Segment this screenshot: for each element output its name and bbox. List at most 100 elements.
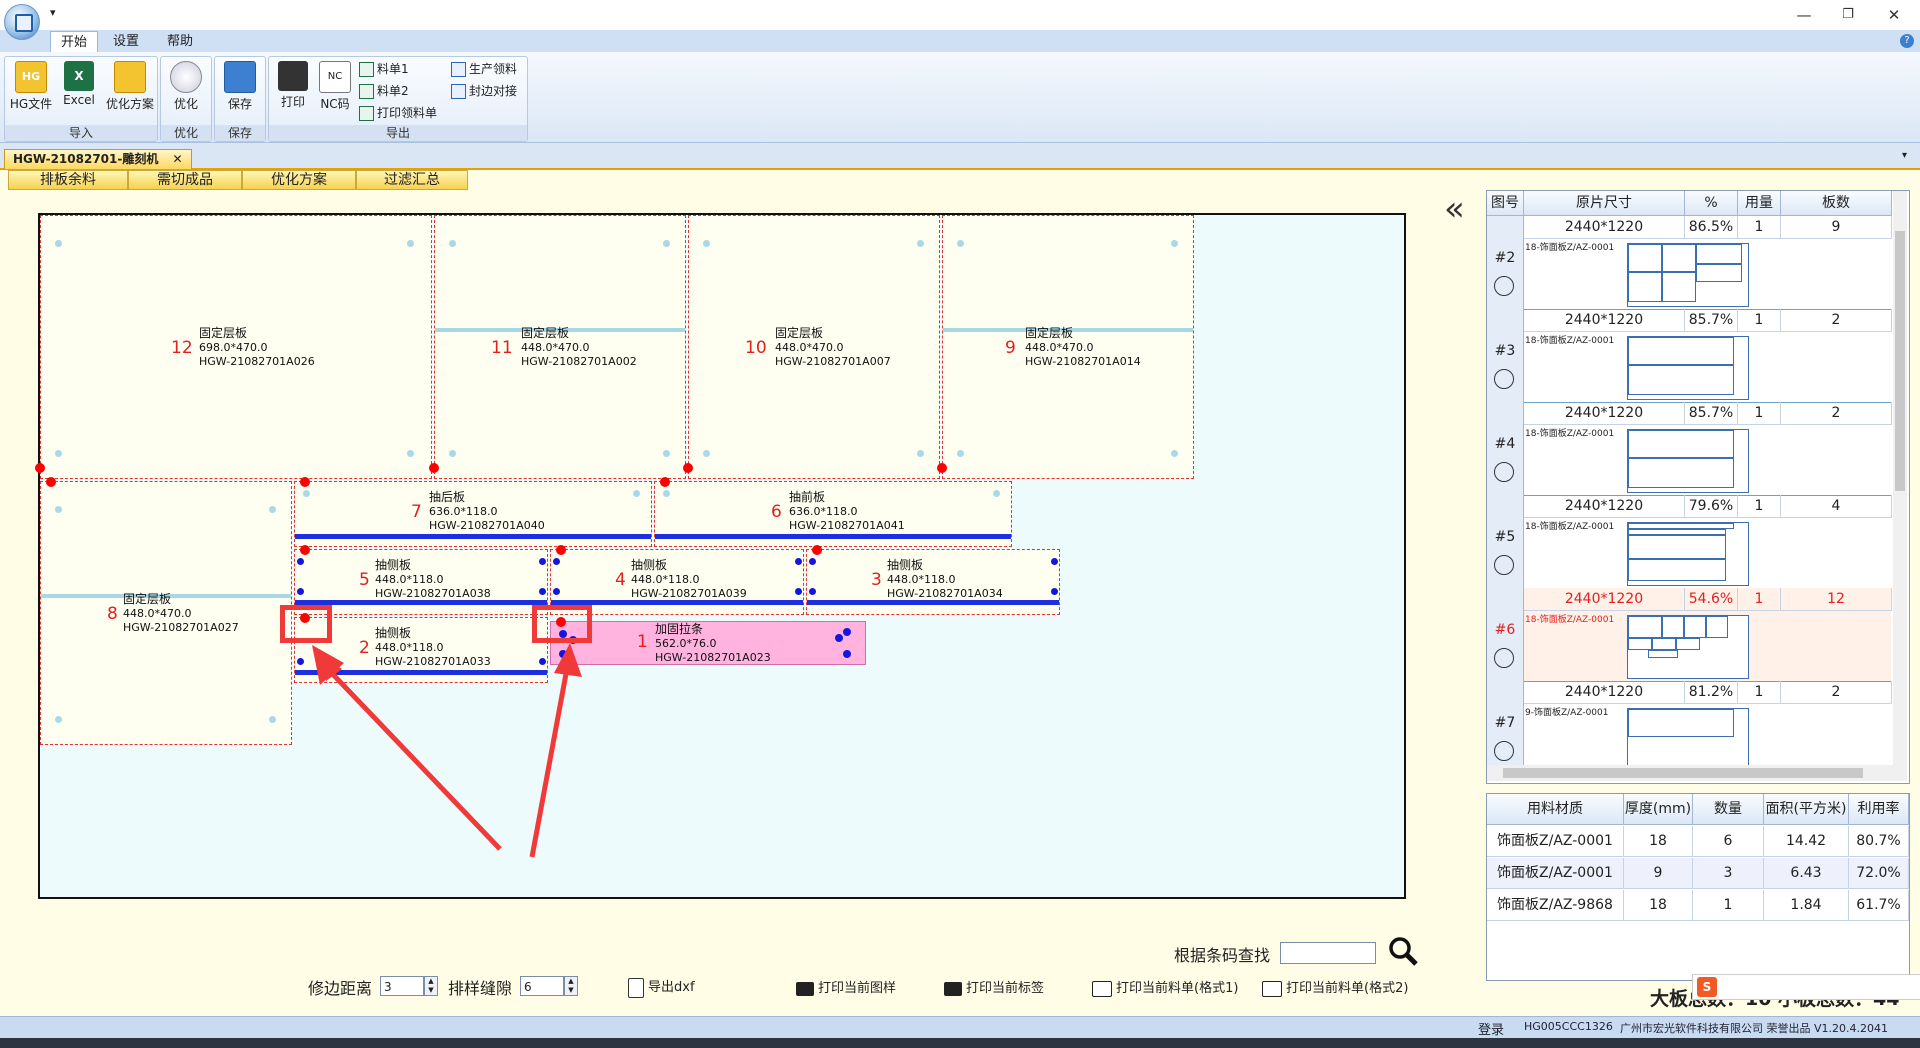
layout-gap-input[interactable]: 6 (520, 976, 564, 996)
restore-icon[interactable]: ❐ (1828, 4, 1868, 26)
annotation-arrows (312, 643, 582, 858)
trim-distance-stepper[interactable]: ▲ ▼ (424, 976, 438, 996)
nesting-canvas[interactable]: 12 固定层板 698.0*470.0 HGW-21082701A026 11 固定… (35, 213, 1406, 899)
sheet-thumbnail (1627, 615, 1749, 679)
production-pick-button[interactable]: 生产领料 (451, 59, 517, 79)
edge-join-button[interactable]: 封边对接 (451, 81, 517, 101)
sheet-thumbnail (1627, 708, 1749, 772)
print-pattern-button[interactable]: 打印当前图样 (796, 977, 896, 996)
clock-icon (170, 61, 202, 93)
material-summary-table: 用料材质 厚度(mm) 数量 面积(平方米) 利用率 饰面板Z/AZ-0001 … (1486, 793, 1910, 981)
printer-icon (796, 981, 814, 996)
machine-code: HG005CCC1326 (1524, 1020, 1613, 1033)
nc-code-button[interactable]: NC NC码 (313, 61, 357, 119)
summary-cell: 6 (1693, 826, 1764, 857)
hg-file-button[interactable]: HG HG文件 (9, 61, 53, 119)
sheet-row[interactable]: #3 2440*1220 85.7% 1 2 18-饰面板Z/AZ-0001 (1487, 309, 1892, 403)
summary-cell: 1.84 (1764, 890, 1849, 921)
excel-button[interactable]: X Excel (57, 61, 101, 119)
subtab-optimize-plan[interactable]: 优化方案 (242, 170, 356, 190)
ime-toolbar[interactable]: S (1692, 974, 1920, 1000)
check-circle-icon[interactable] (1494, 648, 1514, 668)
check-circle-icon[interactable] (1494, 555, 1514, 575)
summary-cell: 饰面板Z/AZ-0001 (1487, 858, 1624, 889)
subtab-leftover[interactable]: 排板余料 (8, 170, 128, 190)
check-circle-icon[interactable] (1494, 369, 1514, 389)
sheet-list-panel: 图号 原片尺寸 % 用量 板数 #2 2440*1220 86.5% 1 9 1… (1486, 190, 1910, 784)
tab-help[interactable]: 帮助 (157, 31, 203, 52)
print-label-button[interactable]: 打印当前标签 (944, 977, 1044, 996)
document-tab-strip (0, 148, 1920, 170)
group-optimize: 优化 优化 (160, 56, 212, 142)
check-circle-icon[interactable] (1494, 276, 1514, 296)
layout-gap-stepper[interactable]: ▲ ▼ (564, 976, 578, 996)
barcode-search-input[interactable] (1280, 942, 1376, 964)
help-icon[interactable]: ? (1900, 34, 1914, 48)
collapse-panel-icon[interactable]: « (1444, 192, 1465, 226)
excel-small-icon (359, 84, 374, 99)
trim-distance-input[interactable]: 3 (380, 976, 424, 996)
close-icon[interactable]: ✕ (1874, 4, 1914, 26)
summary-cell: 18 (1624, 890, 1693, 921)
print-list-format2-button[interactable]: 打印当前料单(格式2) (1262, 977, 1408, 997)
summary-cell: 6.43 (1764, 858, 1849, 889)
menu-bar (0, 30, 1920, 53)
list2-button[interactable]: 料单2 (359, 81, 409, 101)
print-button[interactable]: 打印 (271, 61, 315, 119)
sheet-row-selected[interactable]: #6 2440*1220 54.6% 1 12 18-饰面板Z/AZ-0001 (1487, 588, 1892, 682)
summary-cell: 72.0% (1849, 858, 1909, 889)
title-bar (0, 0, 1920, 30)
app-menu-icon[interactable] (4, 4, 40, 40)
folder-clock-icon (114, 61, 146, 93)
export-dxf-button[interactable]: 导出dxf (628, 976, 695, 998)
dxf-file-icon (628, 977, 644, 998)
nc-file-icon: NC (319, 61, 351, 93)
summary-cell: 饰面板Z/AZ-9868 (1487, 890, 1624, 921)
plan-button[interactable]: 优化方案 (103, 61, 157, 119)
check-circle-icon[interactable] (1494, 462, 1514, 482)
summary-cell: 9 (1624, 858, 1693, 889)
print-pick-list-button[interactable]: 打印领料单 (359, 103, 437, 123)
optimize-button[interactable]: 优化 (164, 61, 208, 119)
summary-cell: 3 (1693, 858, 1764, 889)
group-export: 打印 NC NC码 料单1 料单2 打印领料单 生产领料 封边对接 导出 (268, 56, 528, 142)
excel-small-icon (359, 62, 374, 77)
summary-cell: 61.7% (1849, 890, 1909, 921)
summary-cell: 1 (1693, 890, 1764, 921)
tab-list-dropdown-icon[interactable]: ▾ (1902, 150, 1907, 161)
excel-icon: X (64, 61, 94, 91)
print-list-format1-button[interactable]: 打印当前料单(格式1) (1092, 977, 1238, 997)
vertical-scrollbar[interactable] (1893, 191, 1907, 765)
sheet-thumbnail (1627, 243, 1749, 307)
check-circle-icon[interactable] (1494, 741, 1514, 761)
summary-cell: 80.7% (1849, 826, 1909, 857)
os-taskbar (0, 1038, 1920, 1048)
tab-start[interactable]: 开始 (50, 31, 99, 53)
close-tab-icon[interactable]: ✕ (173, 152, 183, 166)
excel-small-icon (359, 106, 374, 121)
search-icon[interactable] (1388, 936, 1418, 966)
save-button[interactable]: 保存 (218, 61, 262, 119)
floppy-icon (224, 61, 256, 93)
list1-button[interactable]: 料单1 (359, 59, 409, 79)
subtab-filter-summary[interactable]: 过滤汇总 (356, 170, 468, 190)
summary-cell: 18 (1624, 826, 1693, 857)
sheet-row[interactable]: #2 2440*1220 86.5% 1 9 18-饰面板Z/AZ-0001 (1487, 216, 1892, 310)
sogou-icon[interactable]: S (1697, 977, 1717, 997)
sheet-row[interactable]: #7 2440*1220 81.2% 1 2 9-饰面板Z/AZ-0001 (1487, 681, 1892, 775)
barcode-search-label: 根据条码查找 (1174, 946, 1271, 965)
hg-file-icon: HG (15, 61, 47, 93)
horizontal-scrollbar[interactable] (1487, 765, 1907, 781)
layout-gap-label: 排样缝隙 (448, 979, 513, 998)
chart-small-icon (451, 62, 466, 77)
document-tab[interactable]: HGW-21082701-雕刻机 ✕ (4, 149, 192, 169)
company-info: 广州市宏光软件科技有限公司 荣誉出品 V1.20.4.2041 (1620, 1022, 1888, 1035)
minimize-icon[interactable]: — (1784, 4, 1824, 26)
sheet-row[interactable]: #5 2440*1220 79.6% 1 4 18-饰面板Z/AZ-0001 (1487, 495, 1892, 589)
quick-access-dropdown-icon[interactable]: ▾ (50, 6, 56, 19)
subtab-cut-products[interactable]: 需切成品 (128, 170, 242, 190)
login-link[interactable]: 登录 (1478, 1019, 1504, 1038)
tab-settings[interactable]: 设置 (103, 31, 149, 52)
sheet-row[interactable]: #4 2440*1220 85.7% 1 2 18-饰面板Z/AZ-0001 (1487, 402, 1892, 496)
sheet-thumbnail (1627, 429, 1749, 493)
